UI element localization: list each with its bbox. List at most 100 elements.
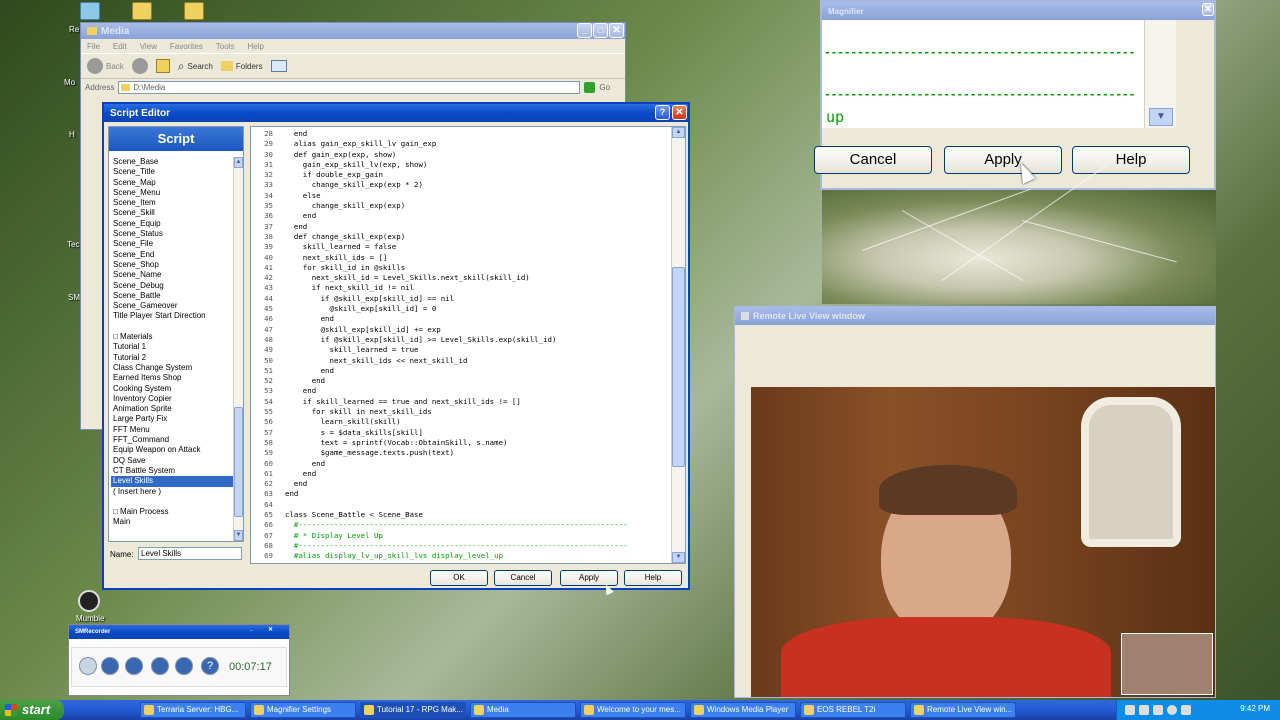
magnifier-titlebar[interactable]: Magnifier ✕ — [822, 2, 1214, 20]
code-line[interactable]: 45 @skill_exp[skill_id] = 0 — [251, 304, 628, 314]
code-text[interactable]: 28 end 29 alias gain_exp_skill_lv gain_ex… — [251, 129, 628, 561]
start-button[interactable]: start — [0, 700, 64, 720]
taskbar-button[interactable]: Remote Live View win... — [910, 702, 1016, 718]
script-list-item[interactable]: Main — [111, 517, 233, 527]
record-button[interactable] — [79, 657, 97, 675]
script-list-item[interactable]: Scene_Base — [111, 157, 233, 167]
script-list-item[interactable]: Scene_End — [111, 250, 233, 260]
close-button[interactable]: ✕ — [1202, 3, 1214, 16]
code-line[interactable]: 31 gain_exp_skill_lv(exp, show) — [251, 160, 628, 170]
script-list[interactable]: Scene_Base Scene_Title Scene_Map Scene_Menu… — [111, 157, 233, 528]
taskbar-button[interactable]: Welcome to your mes... — [580, 702, 686, 718]
code-line[interactable]: 64 — [251, 500, 628, 510]
help-title-button[interactable]: ? — [655, 105, 670, 120]
menu-tools[interactable]: Tools — [216, 42, 235, 51]
menu-file[interactable]: File — [87, 42, 100, 51]
help-icon[interactable]: ? — [201, 657, 219, 675]
menu-view[interactable]: View — [140, 42, 157, 51]
script-list-item[interactable]: Tutorial 2 — [111, 353, 233, 363]
code-line[interactable]: 49 skill_learned = true — [251, 345, 628, 355]
code-line[interactable]: 63 end — [251, 489, 628, 499]
name-input[interactable]: Level Skills — [138, 547, 242, 560]
taskbar-button[interactable]: Terraria Server: HBG... — [140, 702, 246, 718]
taskbar-button[interactable]: Media — [470, 702, 576, 718]
apply-button[interactable]: Apply — [944, 146, 1062, 174]
views-icon[interactable] — [270, 60, 287, 72]
script-list-item[interactable]: Scene_Battle — [111, 291, 233, 301]
script-list-item[interactable]: Scene_Name — [111, 270, 233, 280]
code-line[interactable]: 52 end — [251, 376, 628, 386]
minimize-icon[interactable]: _ — [250, 626, 253, 632]
code-line[interactable]: 67 # * Display Level Up — [251, 531, 628, 541]
recycle-bin-icon[interactable] — [80, 2, 100, 20]
code-line[interactable]: 34 else — [251, 191, 628, 201]
code-line[interactable]: 32 if double_exp_gain — [251, 170, 628, 180]
script-list-item[interactable]: □ Main Process — [111, 507, 233, 517]
script-list-item[interactable]: Scene_Shop — [111, 260, 233, 270]
code-line[interactable]: 30 def gain_exp(exp, show) — [251, 150, 628, 160]
script-list-item[interactable]: □ Materials — [111, 332, 233, 342]
recorder-titlebar[interactable]: SMRecorder _ ✕ — [69, 625, 289, 639]
code-line[interactable]: 28 end — [251, 129, 628, 139]
script-list-item[interactable]: Earned Items Shop — [111, 373, 233, 383]
script-list-item[interactable]: Equip Weapon on Attack — [111, 445, 233, 455]
scroll-up-arrow-icon[interactable]: ▲ — [234, 157, 243, 168]
code-line[interactable]: 38 def change_skill_exp(exp) — [251, 232, 628, 242]
code-line[interactable]: 55 for skill in next_skill_ids — [251, 407, 628, 417]
script-list-item[interactable]: Title Player Start Direction — [111, 311, 233, 321]
scroll-thumb[interactable] — [234, 407, 243, 517]
minimize-button[interactable]: _ — [577, 23, 592, 38]
maximize-button[interactable]: □ — [593, 23, 608, 38]
liveview-titlebar[interactable]: Remote Live View window — [735, 307, 1215, 325]
code-line[interactable]: 53 end — [251, 386, 628, 396]
script-list-item[interactable]: FFT_Command — [111, 435, 233, 445]
code-line[interactable]: 39 skill_learned = false — [251, 242, 628, 252]
script-list-item[interactable]: Level Skills — [111, 476, 233, 487]
code-line[interactable]: 36 end — [251, 211, 628, 221]
code-line[interactable]: 60 end — [251, 459, 628, 469]
up-folder-icon[interactable] — [155, 59, 170, 73]
code-line[interactable]: 37 end — [251, 222, 628, 232]
scroll-down-arrow-icon[interactable]: ▼ — [1149, 108, 1173, 126]
script-list-item[interactable]: Scene_Skill — [111, 208, 233, 218]
script-list-item[interactable]: Scene_File — [111, 239, 233, 249]
code-line[interactable]: 46 end — [251, 314, 628, 324]
close-button[interactable]: ✕ — [609, 23, 624, 38]
taskbar-button[interactable]: EOS REBEL T2i — [800, 702, 906, 718]
stop-icon[interactable] — [125, 657, 143, 675]
code-line[interactable]: 57 s = $data_skills[skill] — [251, 428, 628, 438]
script-list-item[interactable]: ( Insert here ) — [111, 487, 233, 497]
code-line[interactable]: 33 change_skill_exp(exp * 2) — [251, 180, 628, 190]
code-line[interactable]: 29 alias gain_exp_skill_lv gain_exp — [251, 139, 628, 149]
pause-icon[interactable] — [101, 657, 119, 675]
address-input[interactable]: D:\Media — [118, 80, 581, 94]
tray-app-icon[interactable] — [1153, 705, 1163, 715]
script-list-item[interactable]: Scene_Status — [111, 229, 233, 239]
script-list-item[interactable] — [111, 497, 233, 507]
scroll-thumb[interactable] — [672, 267, 685, 467]
magnifier-scrollbar[interactable]: ▼ — [1144, 20, 1176, 128]
folders-button[interactable]: Folders — [220, 61, 263, 71]
script-list-item[interactable]: Scene_Title — [111, 167, 233, 177]
script-list-item[interactable]: Large Party Fix — [111, 414, 233, 424]
close-button[interactable]: ✕ — [672, 105, 687, 120]
tray-app-icon[interactable] — [1181, 705, 1191, 715]
code-line[interactable]: 47 @skill_exp[skill_id] += exp — [251, 325, 628, 335]
script-list-item[interactable] — [111, 322, 233, 332]
script-list-item[interactable]: Tutorial 1 — [111, 342, 233, 352]
code-line[interactable]: 68 #------------------------------------… — [251, 541, 628, 551]
code-line[interactable]: 59 $game_message.texts.push(text) — [251, 448, 628, 458]
network-icon[interactable] — [1125, 705, 1135, 715]
code-line[interactable]: 54 if skill_learned == true and next_ski… — [251, 397, 628, 407]
scroll-up-arrow-icon[interactable]: ▲ — [672, 127, 685, 138]
code-line[interactable]: 43 if next_skill_id != nil — [251, 283, 628, 293]
code-line[interactable]: 35 change_skill_exp(exp) — [251, 201, 628, 211]
help-button[interactable]: Help — [624, 570, 682, 586]
close-icon[interactable]: ✕ — [268, 626, 273, 633]
script-list-item[interactable]: Inventory Copier — [111, 394, 233, 404]
clock[interactable]: 9:42 PM — [1240, 704, 1270, 713]
tray-app-icon[interactable] — [1167, 705, 1177, 715]
explorer-titlebar[interactable]: Media _ □ ✕ — [81, 23, 625, 39]
volume-icon[interactable] — [1139, 705, 1149, 715]
code-scrollbar[interactable]: ▲ ▼ — [671, 127, 685, 563]
